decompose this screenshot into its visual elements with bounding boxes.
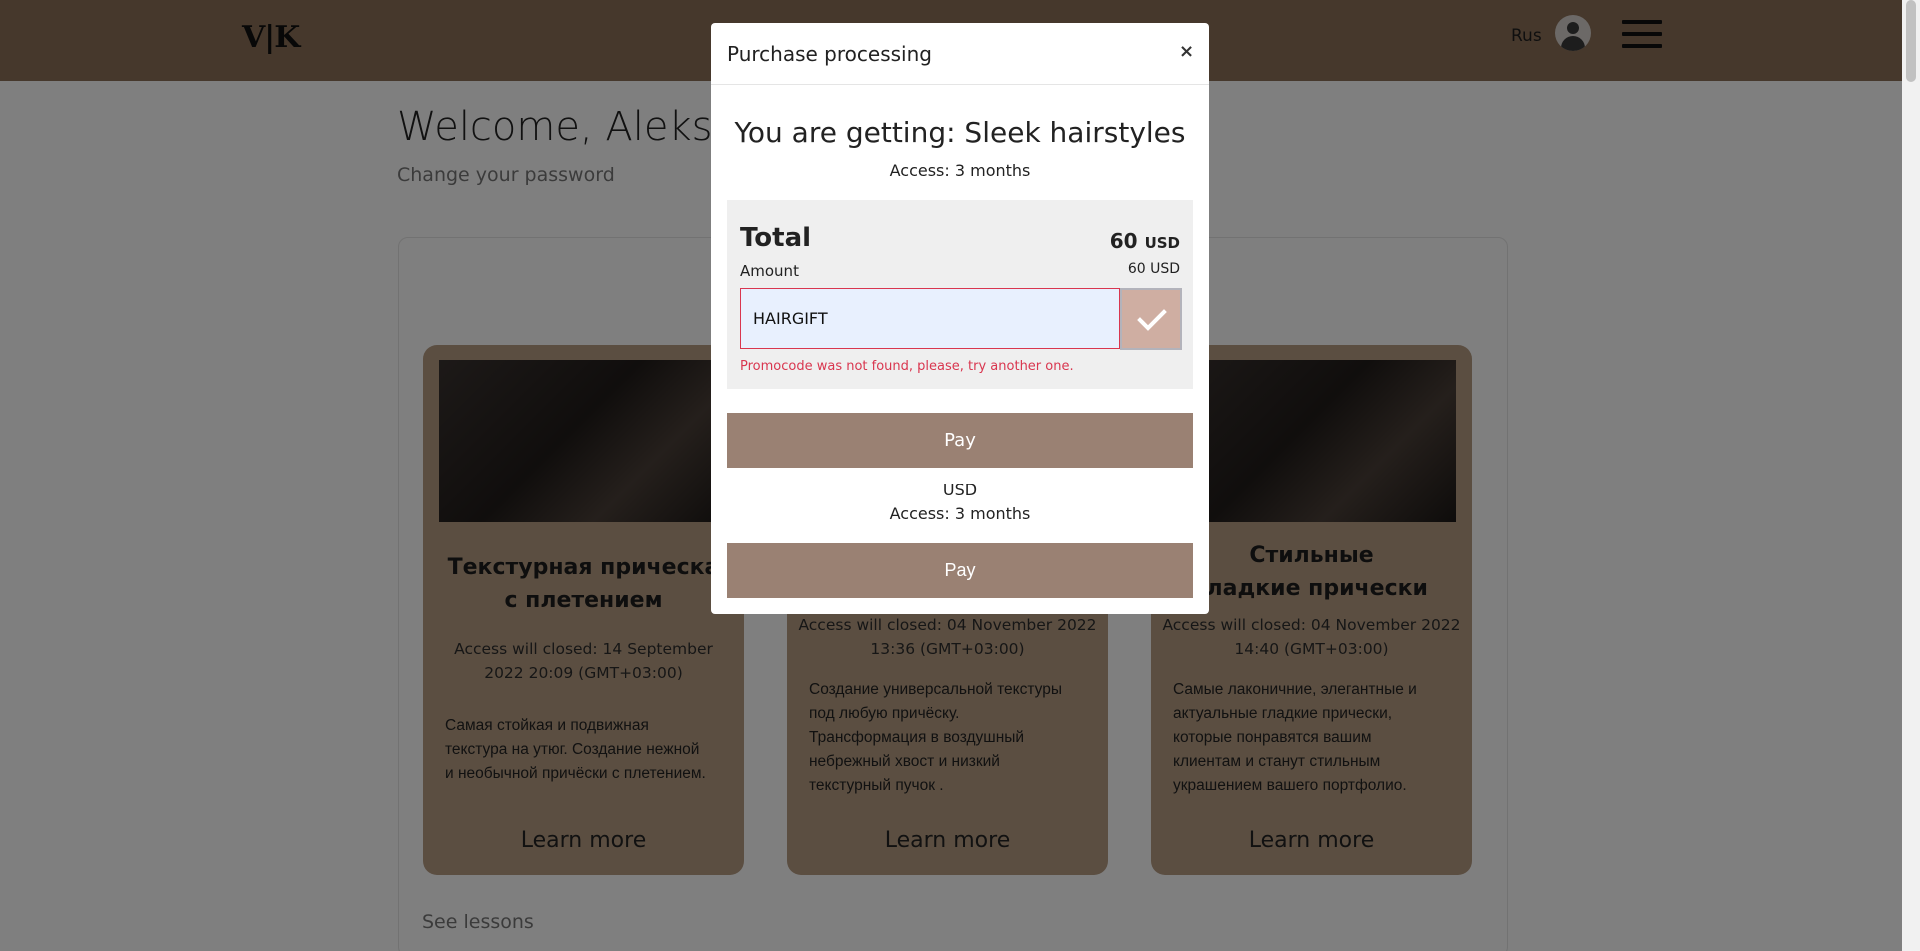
close-icon[interactable]: × bbox=[1179, 41, 1194, 62]
promocode-input[interactable] bbox=[740, 288, 1120, 349]
access-duration: Access: 3 months bbox=[889, 161, 1031, 180]
modal-header: Purchase processing × bbox=[711, 23, 1209, 85]
modal-title: Purchase processing bbox=[727, 42, 932, 66]
apply-promocode-button[interactable] bbox=[1120, 288, 1182, 350]
scrollbar[interactable] bbox=[1902, 0, 1920, 951]
total-value: 60 USD bbox=[1109, 229, 1180, 253]
product-heading: You are getting: Sleek hairstyles bbox=[734, 116, 1186, 149]
promocode-error: Promocode was not found, please, try ano… bbox=[740, 359, 1074, 374]
access-label: Access: 3 months bbox=[889, 504, 1031, 523]
purchase-modal: Purchase processing × You are getting: S… bbox=[711, 23, 1209, 484]
pay-button[interactable]: Pay bbox=[727, 543, 1193, 598]
scrollbar-thumb[interactable] bbox=[1906, 0, 1916, 82]
amount-label: Amount bbox=[740, 262, 799, 280]
pay-button[interactable]: Pay bbox=[727, 413, 1193, 468]
amount-value: 60 USD bbox=[1127, 261, 1180, 277]
checkmark-icon bbox=[1137, 309, 1167, 331]
total-label: Total bbox=[740, 223, 812, 253]
previous-purchase-modal: USD Access: 3 months Pay bbox=[711, 470, 1209, 614]
order-summary: Total 60 USD Amount 60 USD Promocode was… bbox=[727, 200, 1193, 389]
